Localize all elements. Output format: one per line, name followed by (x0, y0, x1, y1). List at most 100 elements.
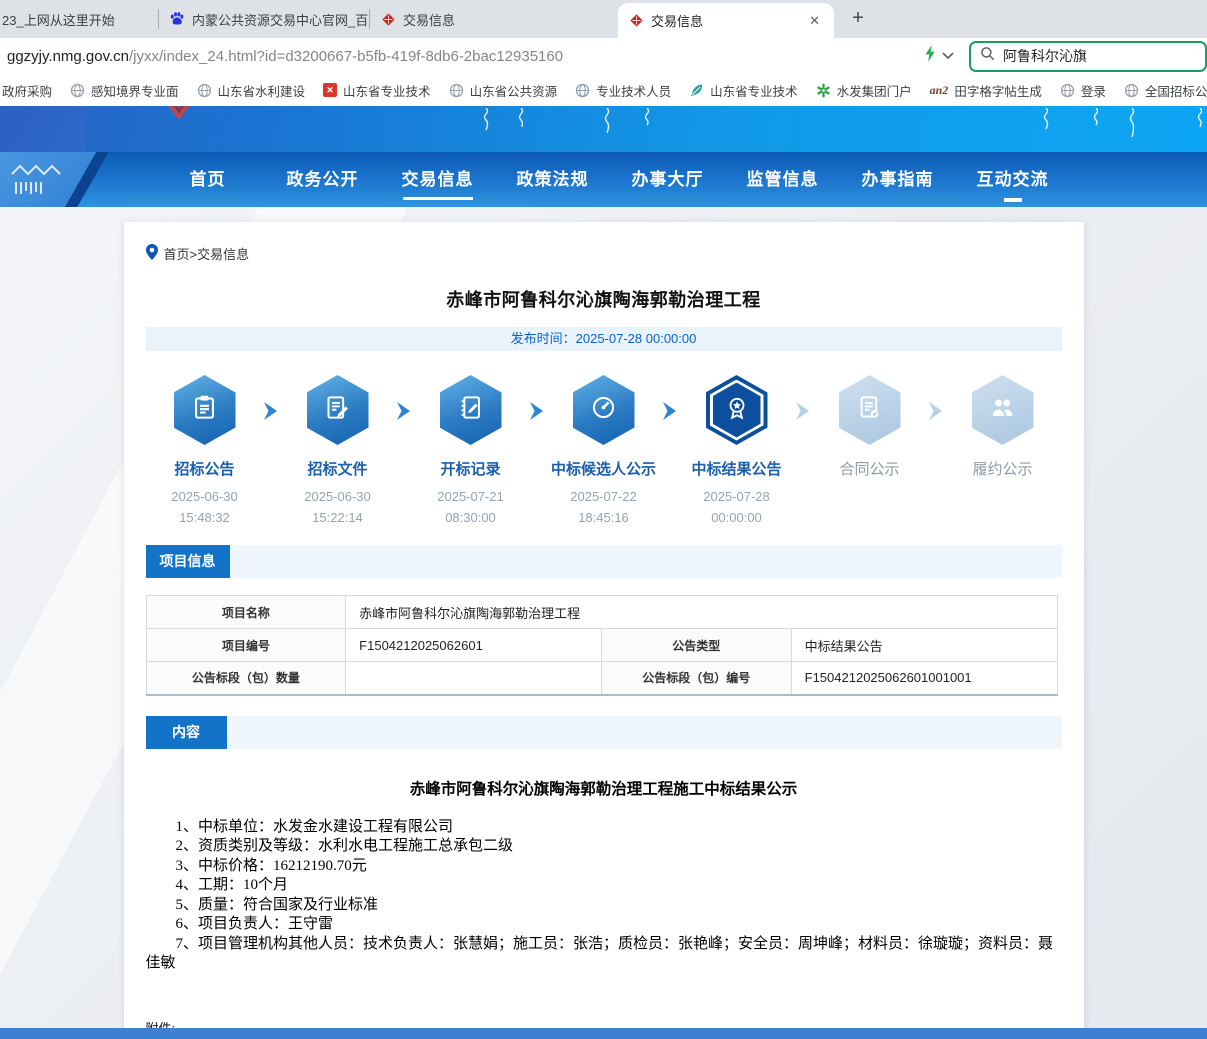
close-icon[interactable]: ✕ (805, 13, 824, 29)
header-corner-decoration (0, 106, 86, 152)
content-line: 5、质量：符合国家及行业标准 (146, 896, 1062, 916)
step-time: 18:45:16 (578, 510, 629, 525)
url-path: /jyxx/index_24.html?id=d3200667-b5fb-419… (129, 48, 563, 65)
people-icon (989, 394, 1016, 426)
step-label: 中标结果公告 (691, 458, 781, 479)
bookmark-item[interactable]: 山东省公共资源 (440, 81, 567, 100)
nav-item-interaction[interactable]: 互动交流 (955, 152, 1070, 207)
site-logo-fragment (166, 106, 192, 129)
process-steps: 招标公告 2025-06-30 15:48:32 招标文件 2025-06-30… (146, 375, 1062, 525)
step-tender-announcement[interactable]: 招标公告 2025-06-30 15:48:32 (146, 375, 264, 525)
page-title: 赤峰市阿鲁科尔沁旗陶海郭勒治理工程 (146, 286, 1062, 312)
medal-icon (724, 395, 750, 426)
baidu-icon (169, 11, 185, 27)
new-tab-button[interactable]: + (844, 5, 872, 33)
arrow-right-icon (530, 402, 545, 425)
nav-item-guide[interactable]: 办事指南 (840, 152, 955, 207)
search-box[interactable] (969, 41, 1207, 72)
mongolian-script-mark (482, 108, 491, 137)
content-line: 6、项目负责人：王守雷 (146, 915, 1062, 935)
breadcrumb-text[interactable]: 首页>交易信息 (164, 244, 250, 263)
nav-item-home[interactable]: 首页 (150, 152, 265, 207)
bookmark-label: 全国招标公告公 (1145, 81, 1207, 100)
bookmark-item[interactable]: ✕ 山东省专业技术 (314, 81, 440, 100)
step-tender-documents[interactable]: 招标文件 2025-06-30 15:22:14 (279, 375, 397, 525)
bookmark-item[interactable]: 专业技术人员 (566, 81, 680, 100)
feather-icon (689, 83, 704, 98)
browser-tab-1[interactable]: 23_上网从这里开始 (0, 0, 158, 38)
bookmark-item[interactable]: 山东省专业技术 (680, 81, 807, 100)
step-label: 招标公告 (174, 458, 234, 479)
publish-bar: 发布时间：2025-07-28 00:00:00 (146, 327, 1062, 351)
bookmark-item[interactable]: 山东省水利建设 (188, 81, 315, 100)
arrow-right-icon (264, 402, 279, 425)
step-date: 2025-07-28 (703, 489, 770, 504)
bookmark-item[interactable]: 登录 (1051, 81, 1115, 100)
bookmark-item[interactable]: 全国招标公告公 (1115, 81, 1207, 100)
step-date: 2025-07-22 (570, 489, 637, 504)
clipboard-icon (191, 394, 218, 426)
flower-icon (816, 83, 831, 98)
bookmark-item[interactable]: 水发集团门户 (807, 81, 921, 100)
step-winning-result-announcement[interactable]: 中标结果公告 2025-07-28 00:00:00 (678, 375, 796, 525)
chevron-down-icon[interactable] (941, 47, 955, 65)
nav-item-supervision[interactable]: 监管信息 (725, 152, 840, 207)
globe-icon (1060, 83, 1075, 98)
mongolian-script-mark (603, 108, 612, 139)
main-nav: 首页 政务公开 交易信息 政策法规 办事大厅 监管信息 办事指南 互动交流 (0, 152, 1207, 207)
globe-icon (449, 83, 464, 98)
step-label: 合同公示 (839, 458, 899, 479)
cell-announcement-type-value: 中标结果公告 (791, 629, 1057, 662)
globe-icon (1124, 83, 1139, 98)
search-input[interactable] (1003, 48, 1173, 64)
cell-project-name-value: 赤峰市阿鲁科尔沁旗陶海郭勒治理工程 (346, 596, 1057, 629)
step-performance-publicity[interactable]: 履约公示 (944, 375, 1062, 525)
arrow-right-icon (397, 402, 412, 425)
bookmark-label: 感知境界专业面 (91, 81, 179, 100)
bookmark-label: 田字格字帖生成 (954, 81, 1042, 100)
browser-tab-3[interactable]: 交易信息 (370, 0, 556, 38)
cell-section-count-label: 公告标段（包）数量 (146, 662, 346, 695)
browser-tab-active[interactable]: 交易信息 ✕ (618, 3, 834, 38)
site-header (0, 106, 1207, 152)
attachment-label: 附件: (146, 1018, 1062, 1029)
step-time: 15:48:32 (179, 510, 230, 525)
bolt-icon (924, 45, 937, 67)
nav-item-service-hall[interactable]: 办事大厅 (610, 152, 725, 207)
extension-bolt-button[interactable] (924, 45, 955, 67)
step-winning-candidate-publicity[interactable]: 中标候选人公示 2025-07-22 18:45:16 (545, 375, 663, 525)
step-hexagon (440, 375, 502, 445)
hexagon-ring (710, 380, 764, 441)
red-x-icon: ✕ (323, 83, 337, 97)
step-bid-opening-record[interactable]: 开标记录 2025-07-21 08:30:00 (412, 375, 530, 525)
content-card: 首页>交易信息 赤峰市阿鲁科尔沁旗陶海郭勒治理工程 发布时间：2025-07-2… (124, 222, 1084, 1028)
nav-item-gov-affairs[interactable]: 政务公开 (265, 152, 380, 207)
step-label: 招标文件 (307, 458, 367, 479)
step-contract-publicity[interactable]: 合同公示 (811, 375, 929, 525)
step-date: 2025-06-30 (304, 489, 371, 504)
red-diamond-icon (628, 13, 644, 29)
step-label: 开标记录 (440, 458, 500, 479)
section-tab-content: 内容 (146, 716, 227, 749)
step-label: 履约公示 (972, 458, 1032, 479)
arrow-right-icon (929, 402, 944, 425)
footer-bar (0, 1028, 1207, 1039)
step-hexagon (307, 375, 369, 445)
browser-tab-2[interactable]: 内蒙公共资源交易中心官网_百度 (159, 0, 369, 38)
bookmark-item[interactable]: 政府采购 (0, 81, 61, 100)
cell-project-code-label: 项目编号 (146, 629, 346, 662)
section-project-info: 项目信息 (146, 545, 1062, 578)
bookmark-label: 登录 (1081, 81, 1106, 100)
address-text[interactable]: ggzyjy.nmg.gov.cn/jyxx/index_24.html?id=… (0, 48, 563, 65)
nav-item-trading-info[interactable]: 交易信息 (380, 152, 495, 207)
breadcrumb: 首页>交易信息 (146, 244, 1062, 263)
nav-item-policies[interactable]: 政策法规 (495, 152, 610, 207)
table-row: 项目编号 F1504212025062601 公告类型 中标结果公告 (146, 629, 1057, 662)
arrow-right-icon (663, 402, 678, 425)
bookmark-item[interactable]: 感知境界专业面 (61, 81, 188, 100)
content-line: 1、中标单位：水发金水建设工程有限公司 (146, 818, 1062, 838)
step-date: 2025-07-21 (437, 489, 504, 504)
bookmark-label: 山东省专业技术 (710, 81, 798, 100)
bookmark-item[interactable]: an2 田字格字帖生成 (921, 81, 1051, 100)
globe-icon (197, 83, 212, 98)
